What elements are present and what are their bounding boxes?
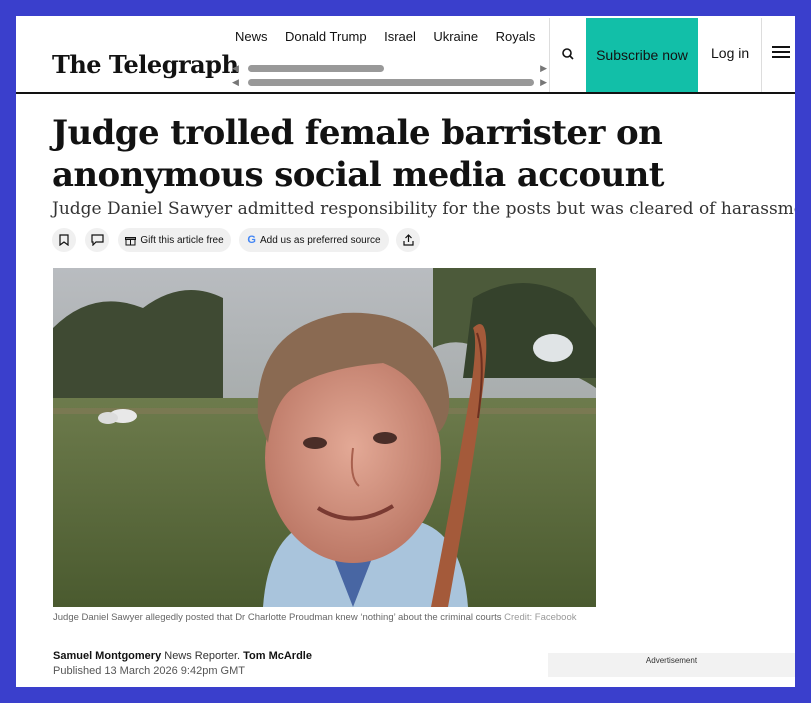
caption-text: Judge Daniel Sawyer allegedly posted tha… — [53, 612, 502, 623]
photo-credit: Credit: Facebook — [504, 612, 577, 623]
telegraph-logo[interactable]: The Telegraph — [52, 50, 239, 79]
google-preferred-source-label: Add us as preferred source — [259, 234, 381, 246]
photo-caption: Judge Daniel Sawyer allegedly posted tha… — [53, 611, 588, 624]
gift-article-label: Gift this article free — [140, 234, 224, 246]
site-header: The Telegraph News Donald Trump Israel U… — [16, 16, 795, 94]
hamburger-menu-icon[interactable] — [772, 46, 790, 60]
share-icon — [402, 234, 414, 246]
article-standfirst: Judge Daniel Sawyer admitted responsibil… — [52, 199, 795, 219]
nav-item-royals[interactable]: Royals — [496, 29, 536, 44]
gift-icon — [125, 236, 137, 245]
bookmark-button[interactable] — [52, 228, 76, 252]
header-divider — [549, 18, 550, 92]
scroll-left-arrow-icon[interactable]: ◀ — [232, 77, 239, 87]
nav-scrollbar-2[interactable]: ◀ ▶ — [232, 77, 547, 87]
nav-item-donald-trump[interactable]: Donald Trump — [285, 29, 367, 44]
scroll-right-arrow-icon[interactable]: ▶ — [540, 77, 547, 87]
bookmark-icon — [59, 234, 69, 246]
scrollbar-thumb[interactable] — [248, 79, 534, 86]
author-samuel-montgomery-link[interactable]: Samuel Montgomery — [53, 650, 161, 662]
subscribe-button[interactable]: Subscribe now — [586, 18, 698, 92]
published-date: Published 13 March 2026 9:42pm GMT — [53, 665, 245, 677]
google-preferred-source-button[interactable]: G Add us as preferred source — [239, 228, 389, 252]
section-nav: News Donald Trump Israel Ukraine Royals … — [235, 28, 548, 50]
advertisement-slot[interactable]: Advertisement — [548, 653, 795, 677]
author-tom-mcardle-link[interactable]: Tom McArdle — [243, 650, 312, 662]
article-headline: Judge trolled female barrister on anonym… — [52, 113, 665, 195]
gift-article-button[interactable]: Gift this article free — [118, 228, 231, 252]
comments-button[interactable] — [85, 228, 109, 252]
nav-item-israel[interactable]: Israel — [384, 29, 416, 44]
comment-icon — [90, 234, 104, 246]
advertisement-label: Advertisement — [645, 656, 698, 665]
google-icon: G — [247, 234, 256, 246]
header-divider — [761, 18, 762, 92]
byline: Samuel Montgomery News Reporter. Tom McA… — [53, 650, 312, 662]
share-button[interactable] — [396, 228, 420, 252]
nav-item-ukraine[interactable]: Ukraine — [433, 29, 478, 44]
scroll-right-arrow-icon[interactable]: ▶ — [540, 63, 547, 73]
search-icon[interactable] — [556, 42, 580, 66]
author-role: News Reporter. — [164, 650, 241, 662]
scrollbar-thumb[interactable] — [248, 65, 384, 72]
article-photo — [53, 268, 596, 607]
nav-scrollbar-1[interactable]: ◀ ▶ — [232, 63, 547, 73]
nav-item-news[interactable]: News — [235, 29, 268, 44]
login-link[interactable]: Log in — [711, 45, 749, 61]
browser-viewport: The Telegraph News Donald Trump Israel U… — [16, 16, 795, 687]
scroll-left-arrow-icon[interactable]: ◀ — [232, 63, 239, 73]
